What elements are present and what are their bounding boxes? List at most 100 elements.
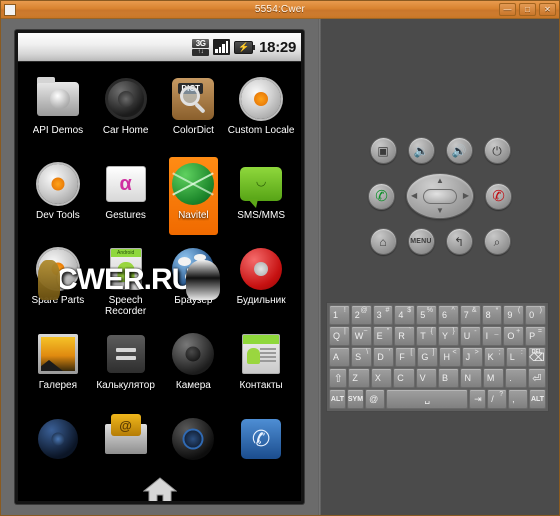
app-music[interactable] <box>24 411 92 473</box>
back-hardware-button[interactable]: ↰ <box>445 228 473 255</box>
key-k[interactable]: K; <box>483 347 505 367</box>
key-b[interactable]: B <box>438 368 460 388</box>
delete-key[interactable]: DEL ⌫ <box>527 347 546 367</box>
key-y[interactable]: Y} <box>437 326 459 346</box>
enter-key[interactable]: ⏎ <box>527 368 547 388</box>
key-shift-label: & <box>471 307 477 314</box>
key-p[interactable]: P = <box>525 326 546 346</box>
power-button[interactable]: ⏻ <box>483 137 511 164</box>
app-navitel[interactable]: Navitel <box>160 156 228 241</box>
key-period[interactable]: . <box>505 368 527 388</box>
menu-hardware-button[interactable]: MENU <box>407 228 435 255</box>
key-f[interactable]: F[ <box>395 347 417 367</box>
minimize-button[interactable]: — <box>499 3 516 16</box>
app-api-demos[interactable]: API Demos <box>24 71 92 156</box>
key-2[interactable]: 2 @ <box>350 305 372 325</box>
key-label: L <box>509 352 515 362</box>
key-shift-label: ` <box>408 328 412 335</box>
at-key[interactable]: @ <box>365 389 385 409</box>
shift-key[interactable]: ⇧ <box>329 368 348 388</box>
key-label: M <box>486 373 495 383</box>
key-o[interactable]: O + <box>503 326 525 346</box>
app-colordict[interactable]: DICT ColorDict <box>160 71 228 156</box>
comma-key[interactable]: , <box>508 389 529 409</box>
call-button[interactable]: ✆ <box>368 182 395 210</box>
key-v[interactable]: V <box>415 368 438 388</box>
key-s[interactable]: S \ <box>351 347 373 367</box>
app-gestures[interactable]: α Gestures <box>92 156 160 241</box>
home-icon[interactable] <box>142 475 177 501</box>
key-1[interactable]: 1! <box>329 305 350 325</box>
key-l[interactable]: L: <box>505 347 527 367</box>
space-key[interactable]: ␣ <box>385 389 469 409</box>
hardware-keyboard[interactable]: 1! 2 @ 3 # 4 $ 5% 6 ^ 7 & 8 * 9( 0) Q | W ~ E " R… <box>326 302 549 412</box>
key-u[interactable]: U- <box>459 326 481 346</box>
key-6[interactable]: 6 ^ <box>437 305 459 325</box>
app-compass[interactable] <box>160 411 228 473</box>
dpad-up-icon[interactable]: ▲ <box>436 177 444 185</box>
app-custom-locale[interactable]: Custom Locale <box>227 71 295 156</box>
key-7[interactable]: 7 & <box>459 305 481 325</box>
key-8[interactable]: 8 * <box>481 305 503 325</box>
dpad-center-button[interactable] <box>423 188 457 204</box>
app-car-home[interactable]: Car Home <box>92 71 160 156</box>
key-w[interactable]: W ~ <box>350 326 372 346</box>
app-camera[interactable]: Камера <box>160 326 228 411</box>
app-dialer[interactable]: ✆ <box>227 411 295 473</box>
key-4[interactable]: 4 $ <box>394 305 416 325</box>
search-hardware-button[interactable]: ⌕ <box>483 228 511 255</box>
app-contacts[interactable]: Контакты <box>227 326 295 411</box>
key-0[interactable]: 0) <box>525 305 546 325</box>
key-n[interactable]: N <box>460 368 482 388</box>
end-call-button[interactable]: ✆ <box>485 182 512 210</box>
key-d[interactable]: D ' <box>373 347 395 367</box>
navitel-icon <box>170 161 216 207</box>
key-h[interactable]: H < <box>439 347 461 367</box>
app-drawer[interactable]: API Demos Car Home DICT ColorDict <box>18 62 301 501</box>
key-r[interactable]: R ` <box>394 326 416 346</box>
app-sms-mms[interactable]: ◡ SMS/MMS <box>227 156 295 241</box>
alt-left-key[interactable]: ALT <box>329 389 346 409</box>
key-g[interactable]: G] <box>417 347 439 367</box>
key-x[interactable]: X <box>370 368 393 388</box>
key-i[interactable]: I _ <box>481 326 503 346</box>
app-alarm-clock[interactable]: Будильник <box>227 241 295 326</box>
app-speech-recorder[interactable]: Android Speech Recorder <box>92 241 160 326</box>
dpad[interactable]: ▲ ▼ ◀ ▶ <box>406 173 474 219</box>
key-5[interactable]: 5% <box>416 305 437 325</box>
window-titlebar[interactable]: 5554:Cwer — □ ✕ <box>1 1 559 19</box>
key-c[interactable]: C <box>393 368 415 388</box>
home-hardware-button[interactable]: ⌂ <box>369 228 397 255</box>
key-9[interactable]: 9( <box>503 305 525 325</box>
dpad-left-icon[interactable]: ◀ <box>411 192 417 200</box>
maximize-button[interactable]: □ <box>519 3 536 16</box>
app-gallery[interactable]: Галерея <box>24 326 92 411</box>
camera-button[interactable]: ▣ <box>369 137 397 164</box>
app-dev-tools[interactable]: Dev Tools <box>24 156 92 241</box>
key-label: @ <box>369 394 379 404</box>
alt-right-key[interactable]: ALT <box>529 389 546 409</box>
key-q[interactable]: Q | <box>329 326 350 346</box>
close-button[interactable]: ✕ <box>539 3 556 16</box>
app-spare-parts[interactable]: Spare Parts <box>24 241 92 326</box>
app-calculator[interactable]: Калькулятор <box>92 326 160 411</box>
key-a[interactable]: A <box>329 347 351 367</box>
volume-up-button[interactable]: 🔊 <box>445 137 473 164</box>
key-3[interactable]: 3 # <box>372 305 394 325</box>
dpad-down-icon[interactable]: ▼ <box>436 207 444 215</box>
key-e[interactable]: E " <box>372 326 394 346</box>
key-j[interactable]: J > <box>461 347 483 367</box>
dpad-right-icon[interactable]: ▶ <box>463 192 469 200</box>
key-z[interactable]: Z <box>348 368 370 388</box>
volume-down-button[interactable]: 🔉 <box>407 137 435 164</box>
slash-key[interactable]: /? <box>487 389 508 409</box>
tab-key[interactable]: ⇥ <box>469 389 487 409</box>
phone-screen[interactable]: 3G ↑↓ ⚡ 18:29 API Demos Car Home ColorDi… <box>15 30 304 504</box>
key-t[interactable]: T{ <box>416 326 437 346</box>
app-email[interactable]: @ <box>92 411 160 473</box>
sym-key[interactable]: SYM <box>346 389 365 409</box>
key-m[interactable]: M <box>482 368 505 388</box>
key-label: . <box>509 373 512 383</box>
app-browser[interactable]: Браузер <box>160 241 228 326</box>
key-label: 4 <box>398 310 404 320</box>
